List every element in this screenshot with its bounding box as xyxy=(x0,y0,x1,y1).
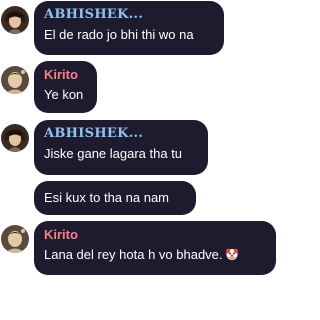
message-text: Jiske gane lagara tha tu xyxy=(44,146,183,161)
message-text: Esi kux to tha na nam xyxy=(44,190,170,205)
avatar[interactable] xyxy=(1,225,29,253)
message-text: El de rado jo bhi thi wo na xyxy=(44,27,194,42)
avatar-image xyxy=(1,124,29,152)
author-name[interactable]: Kirito xyxy=(44,67,87,82)
author-name[interactable]: Kirito xyxy=(44,227,266,242)
avatar[interactable] xyxy=(1,124,29,152)
clown-face-icon xyxy=(225,247,239,261)
author-name[interactable]: ABHISHEK... xyxy=(44,7,214,22)
avatar-image xyxy=(1,6,29,34)
message-text: Ye kon xyxy=(44,87,84,102)
message-text: Lana del rey hota h vo bhadve. xyxy=(44,247,266,263)
message-bubble[interactable]: ABHISHEK... El de rado jo bhi thi wo na xyxy=(34,1,224,55)
message-text-content: Lana del rey hota h vo bhadve. xyxy=(44,247,223,262)
message-bubble[interactable]: Esi kux to tha na nam xyxy=(34,181,196,215)
message-bubble[interactable]: Kirito Ye kon xyxy=(34,61,97,113)
author-name[interactable]: ABHISHEK... xyxy=(44,126,198,141)
avatar[interactable] xyxy=(1,6,29,34)
avatar-image xyxy=(1,66,29,94)
avatar[interactable] xyxy=(1,66,29,94)
message-bubble[interactable]: ABHISHEK... Jiske gane lagara tha tu xyxy=(34,120,208,175)
message-bubble[interactable]: Kirito Lana del rey hota h vo bhadve. xyxy=(34,221,276,275)
avatar-image xyxy=(1,225,29,253)
